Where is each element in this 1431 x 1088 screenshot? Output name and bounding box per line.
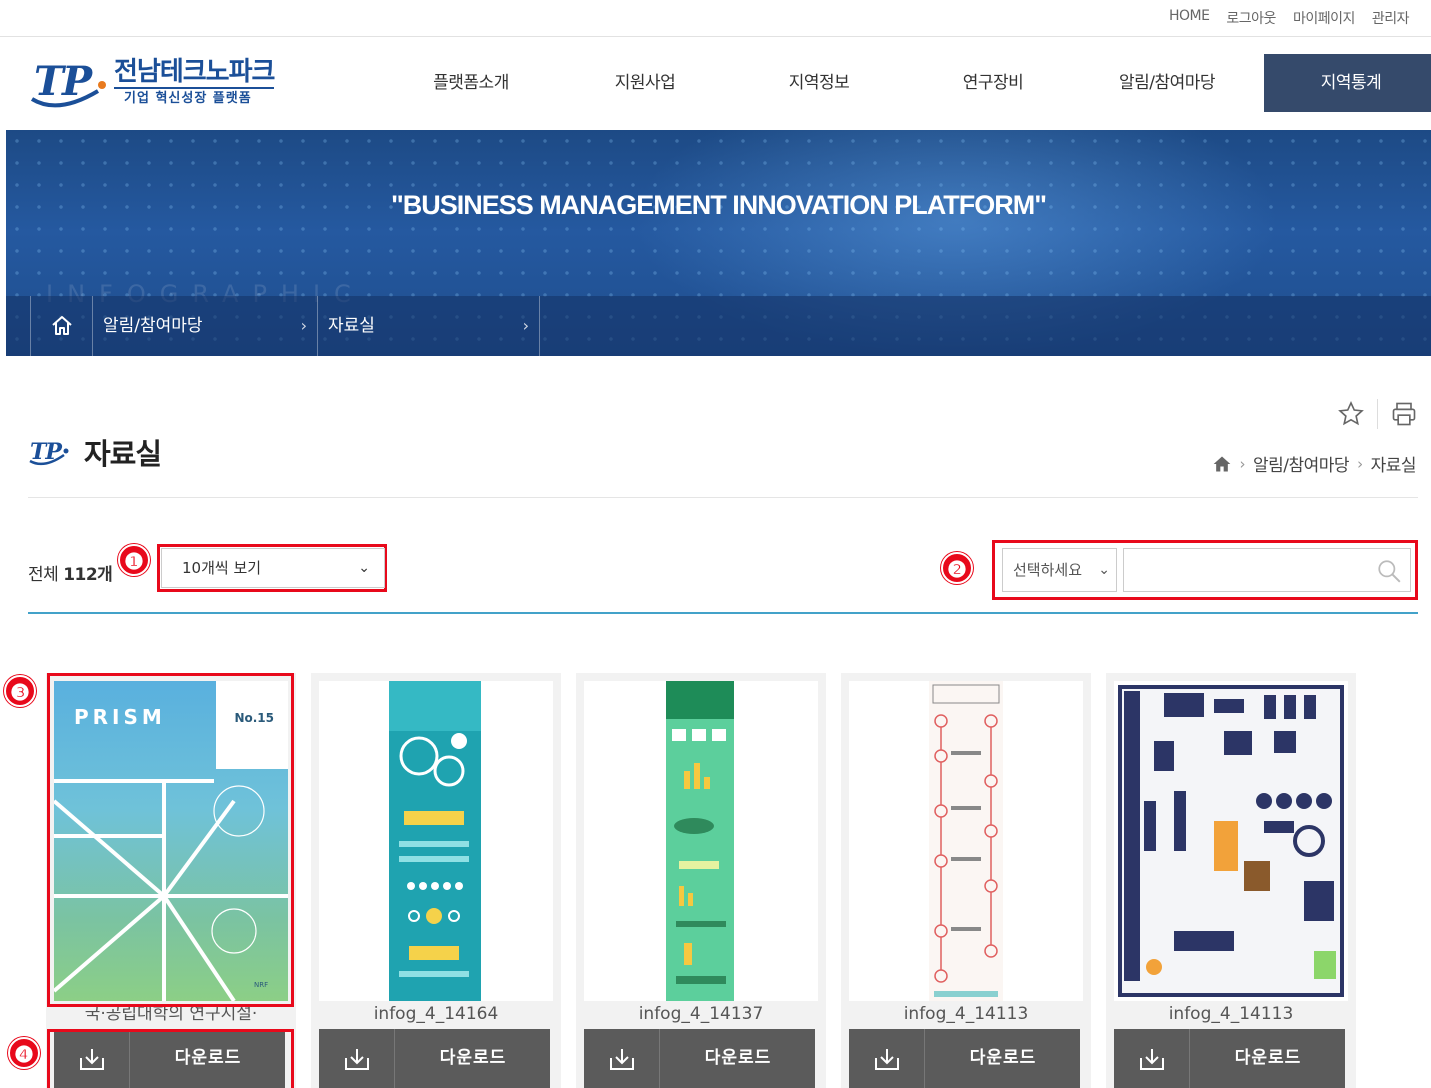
- download-label: 다운로드: [969, 1048, 1037, 1068]
- tp-small-logo-icon: TP: [29, 439, 69, 466]
- download-label: 다운로드: [439, 1048, 507, 1068]
- nav-item-notice[interactable]: 알림/참여마당: [1080, 54, 1254, 112]
- util-link-logout[interactable]: 로그아웃: [1226, 8, 1276, 28]
- page-title-area: TP 자료실 › 알림/참여마당 › 자료실: [28, 395, 1418, 498]
- annotation-badge-1: ❶: [118, 544, 150, 576]
- download-button[interactable]: 다운로드: [319, 1029, 550, 1088]
- breadcrumb-menu-2[interactable]: 자료실 ›: [317, 296, 540, 356]
- page-title: TP 자료실: [28, 431, 162, 473]
- home-icon: [52, 316, 72, 335]
- infographic-thumbnail-image: [929, 681, 1003, 1001]
- logo-tagline: 기업 혁신성장 플랫폼: [114, 87, 275, 109]
- util-link-mypage[interactable]: 마이페이지: [1293, 8, 1355, 28]
- svg-text:TP: TP: [30, 439, 63, 465]
- chevron-right-icon: ›: [1239, 454, 1246, 473]
- gallery-thumbnail[interactable]: [1114, 681, 1348, 1001]
- list-controls: 전체 112개 ❶ 10개씩 보기 ⌄ ❷ 선택하세요 ⌄: [28, 540, 1418, 614]
- tp-logo-icon: T P: [30, 58, 106, 108]
- page-title-text: 자료실: [84, 437, 162, 471]
- location-item-1[interactable]: 알림/참여마당: [1253, 451, 1350, 476]
- gallery-thumbnail[interactable]: [849, 681, 1083, 1001]
- breadcrumb-home[interactable]: [30, 296, 92, 356]
- nav-item-region-info[interactable]: 지역정보: [732, 54, 906, 112]
- util-link-admin[interactable]: 관리자: [1372, 8, 1410, 28]
- page: HOME 로그아웃 마이페이지 관리자 T P 전남테크노파크 기업 혁신성장 …: [0, 0, 1431, 1088]
- svg-text:P: P: [61, 58, 94, 105]
- total-count: 전체 112개: [28, 560, 113, 585]
- gallery-item: infog_4_14137 다운로드: [576, 673, 826, 1088]
- per-page-value: 10개씩 보기: [182, 559, 262, 577]
- search-input[interactable]: [1123, 548, 1411, 592]
- nav-item-platform[interactable]: 플랫폼소개: [384, 54, 558, 112]
- infographic-thumbnail-image: [389, 681, 481, 1001]
- infographic-thumbnail-image: [666, 681, 734, 1001]
- search-type-select[interactable]: 선택하세요 ⌄: [1002, 548, 1117, 592]
- nav-item-statistics[interactable]: 지역통계: [1264, 54, 1431, 112]
- gallery-item-title[interactable]: infog_4_14137: [576, 1001, 826, 1027]
- tools-divider: [1377, 399, 1378, 429]
- download-button[interactable]: 다운로드: [584, 1029, 815, 1088]
- annotation-badge-3: ❸: [4, 675, 36, 707]
- annotation-box-4: [47, 1029, 294, 1088]
- nav-item-support[interactable]: 지원사업: [558, 54, 732, 112]
- breadcrumb-menu-1-label: 알림/참여마당: [103, 316, 203, 336]
- hero-banner: "BUSINESS MANAGEMENT INNOVATION PLATFORM…: [6, 130, 1431, 356]
- gallery-item-title[interactable]: infog_4_14113: [1106, 1001, 1356, 1027]
- download-icon: [1114, 1029, 1190, 1088]
- nav-item-equipment[interactable]: 연구장비: [906, 54, 1080, 112]
- chevron-right-icon: ›: [1357, 454, 1363, 473]
- gallery-item: infog_4_14164 다운로드: [311, 673, 561, 1088]
- gallery-item: infog_4_14113 다운로드: [1106, 673, 1356, 1088]
- annotation-badge-4: ❹: [8, 1037, 40, 1069]
- home-icon[interactable]: [1212, 454, 1232, 474]
- download-label: 다운로드: [1234, 1048, 1302, 1068]
- download-button[interactable]: 다운로드: [849, 1029, 1080, 1088]
- page-tools: [1337, 399, 1418, 429]
- gallery-item-title[interactable]: infog_4_14164: [311, 1001, 561, 1027]
- search-icon[interactable]: [1376, 558, 1402, 584]
- location-item-2[interactable]: 자료실: [1371, 451, 1417, 476]
- per-page-select[interactable]: 10개씩 보기 ⌄: [161, 548, 385, 588]
- print-icon[interactable]: [1390, 400, 1418, 428]
- gallery-thumbnail[interactable]: [319, 681, 553, 1001]
- breadcrumb-menu-2-label: 자료실: [328, 316, 375, 336]
- download-label: 다운로드: [704, 1048, 772, 1068]
- chevron-right-icon: ›: [522, 316, 529, 335]
- total-label: 전체: [28, 565, 59, 585]
- total-value: 112개: [63, 565, 113, 585]
- infographic-thumbnail-image: [1118, 685, 1344, 997]
- logo-name: 전남테크노파크: [114, 57, 275, 87]
- utility-bar: HOME 로그아웃 마이페이지 관리자: [0, 0, 1431, 37]
- location-breadcrumb: › 알림/참여마당 › 자료실: [1212, 451, 1417, 476]
- chevron-right-icon: ›: [300, 316, 307, 335]
- chevron-down-icon: ⌄: [1098, 562, 1110, 578]
- download-icon: [849, 1029, 925, 1088]
- search-area: 선택하세요 ⌄: [992, 540, 1418, 600]
- chevron-down-icon: ⌄: [358, 560, 370, 576]
- download-icon: [584, 1029, 660, 1088]
- annotation-box-3: [47, 673, 294, 1007]
- star-icon[interactable]: [1337, 400, 1365, 428]
- site-header: T P 전남테크노파크 기업 혁신성장 플랫폼 플랫폼소개 지원사업 지역정보 …: [6, 37, 1431, 130]
- site-logo[interactable]: T P 전남테크노파크 기업 혁신성장 플랫폼: [28, 55, 275, 111]
- gallery-item: infog_4_14113 다운로드: [841, 673, 1091, 1088]
- breadcrumb-menu-1[interactable]: 알림/참여마당 ›: [92, 296, 317, 356]
- annotation-badge-2: ❷: [941, 552, 973, 584]
- main-nav: 플랫폼소개 지원사업 지역정보 연구장비 알림/참여마당 지역통계: [384, 54, 1431, 112]
- search-type-value: 선택하세요: [1013, 561, 1083, 579]
- banner-slogan: "BUSINESS MANAGEMENT INNOVATION PLATFORM…: [390, 190, 1047, 220]
- gallery-item-title[interactable]: infog_4_14113: [841, 1001, 1091, 1027]
- download-icon: [319, 1029, 395, 1088]
- banner-breadcrumb: 알림/참여마당 › 자료실 ›: [6, 296, 1431, 356]
- util-link-home[interactable]: HOME: [1169, 8, 1210, 28]
- download-button[interactable]: 다운로드: [1114, 1029, 1345, 1088]
- gallery-thumbnail[interactable]: [584, 681, 818, 1001]
